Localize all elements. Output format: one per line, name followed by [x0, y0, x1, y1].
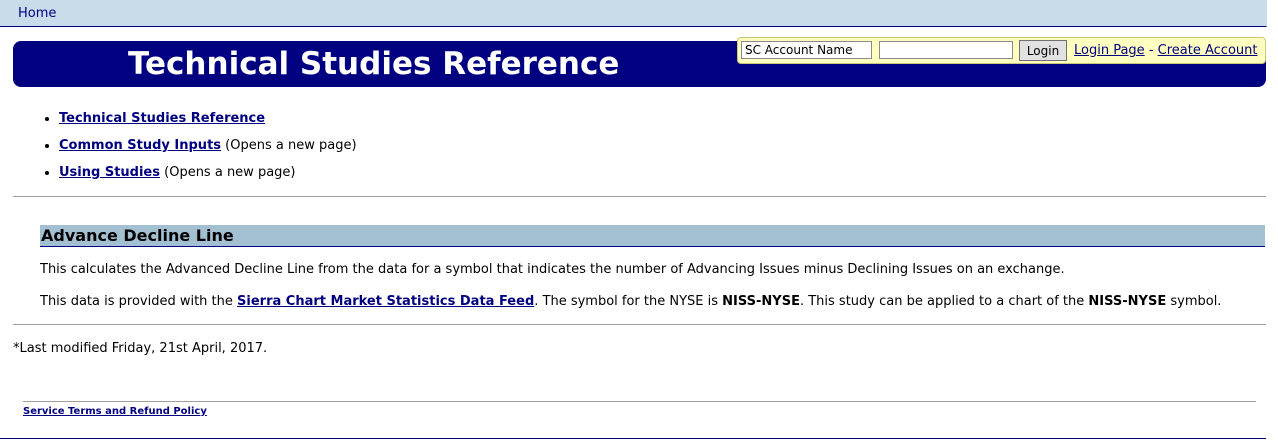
symbol-nyse: NISS-NYSE	[722, 294, 800, 309]
divider	[13, 324, 1266, 325]
link-separator: -	[1148, 43, 1154, 58]
market-statistics-feed-link[interactable]: Sierra Chart Market Statistics Data Feed	[237, 294, 534, 309]
bottom-border	[0, 438, 1266, 439]
last-modified-text: *Last modified Friday, 21st April, 2017.	[13, 341, 268, 356]
section-heading: Advance Decline Line	[40, 225, 1265, 247]
description-paragraph: This calculates the Advanced Decline Lin…	[40, 262, 1065, 277]
list-item: Technical Studies Reference	[59, 110, 357, 137]
account-name-input[interactable]	[741, 41, 872, 59]
study-nav-list: Technical Studies Reference Common Study…	[40, 110, 357, 191]
service-terms-link[interactable]: Service Terms and Refund Policy	[23, 406, 207, 417]
footer-divider	[23, 401, 1256, 402]
link-note: (Opens a new page)	[164, 165, 296, 180]
top-nav-bar: Home	[0, 0, 1267, 27]
technical-studies-reference-link[interactable]: Technical Studies Reference	[59, 111, 265, 126]
link-note: (Opens a new page)	[225, 138, 357, 153]
login-box: Login Login Page - Create Account	[737, 37, 1266, 64]
create-account-link[interactable]: Create Account	[1158, 43, 1258, 58]
divider	[13, 196, 1266, 197]
para-text: symbol.	[1170, 294, 1222, 309]
login-button[interactable]: Login	[1019, 40, 1067, 61]
list-item: Using Studies (Opens a new page)	[59, 164, 357, 191]
symbol-nyse: NISS-NYSE	[1088, 294, 1167, 309]
common-study-inputs-link[interactable]: Common Study Inputs	[59, 138, 221, 153]
para-text: . This study can be applied to a chart o…	[799, 294, 1085, 309]
home-link[interactable]: Home	[18, 6, 56, 21]
login-links: Login Page - Create Account	[1074, 43, 1258, 58]
para-text: This data is provided with the	[40, 294, 233, 309]
list-item: Common Study Inputs (Opens a new page)	[59, 137, 357, 164]
password-input[interactable]	[879, 41, 1013, 59]
data-feed-paragraph: This data is provided with the Sierra Ch…	[40, 294, 1221, 309]
para-text: . The symbol for the NYSE is	[534, 294, 719, 309]
using-studies-link[interactable]: Using Studies	[59, 165, 160, 180]
page-title: Technical Studies Reference	[128, 46, 620, 82]
login-page-link[interactable]: Login Page	[1074, 43, 1145, 58]
